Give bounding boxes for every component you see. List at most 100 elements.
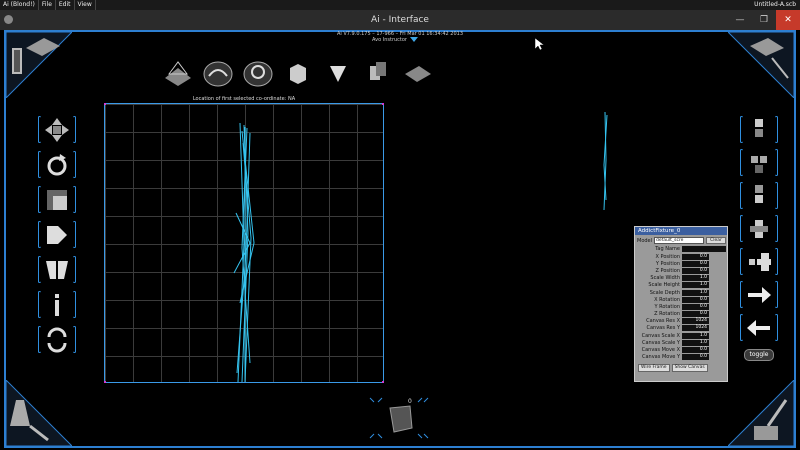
fixture-panel: AddictFixture_0 Model default_scre Clear… — [634, 226, 728, 382]
panel-field-row: Y Position 0.0 — [635, 260, 727, 267]
panel-field-row: Canvas Move X 0.0 — [635, 346, 727, 354]
stack-tool[interactable] — [740, 182, 778, 209]
field-label: Canvas Res X — [646, 318, 680, 325]
field-value-input[interactable]: 0.0 — [682, 253, 709, 260]
field-value-input[interactable]: 1.0 — [682, 275, 709, 282]
instructor-dropdown[interactable]: Avo Instructor — [372, 37, 418, 43]
show-canvas-button[interactable]: Show Canvas — [671, 363, 708, 372]
duplicate-icon[interactable] — [360, 56, 396, 90]
panel-field-row: X Rotation 0.0 — [635, 296, 727, 303]
right-toolbar — [740, 116, 778, 341]
tile-alt-tool[interactable] — [740, 149, 778, 176]
app-icon — [4, 15, 13, 24]
field-value-input[interactable]: 0.0 — [682, 260, 709, 267]
field-label: Y Rotation — [654, 303, 680, 310]
extrude-icon — [47, 225, 67, 244]
field-label: Z Rotation — [654, 311, 680, 318]
wireframe-preview — [603, 111, 608, 211]
rotate-tool[interactable] — [38, 151, 76, 178]
field-value-input[interactable]: 1.0 — [682, 332, 709, 339]
corner-bottom-right — [726, 378, 795, 447]
arrow-right-tool[interactable] — [740, 281, 778, 308]
info-tool[interactable] — [38, 291, 76, 318]
menu-edit[interactable]: Edit — [56, 0, 75, 10]
menu-app[interactable]: Ai (Blond!) — [0, 0, 39, 10]
panel-title: AddictFixture_0 — [635, 227, 727, 235]
mirror-tool[interactable] — [38, 256, 76, 283]
field-value-input[interactable]: 1.0 — [682, 339, 709, 346]
tile-tool[interactable] — [740, 116, 778, 143]
cycle-tool[interactable] — [38, 326, 76, 353]
field-value-input[interactable]: 1024 — [682, 318, 709, 325]
viewport-label: Location of first selected co-ordinate: … — [192, 96, 296, 102]
tag-name-field[interactable] — [682, 246, 726, 252]
split-tool[interactable] — [740, 248, 778, 275]
field-label: Scale Width — [650, 275, 680, 282]
wireframe-model — [104, 103, 384, 383]
corner-top-right — [726, 31, 795, 100]
plane-icon[interactable] — [400, 56, 436, 90]
stack-alt-tool[interactable] — [740, 215, 778, 242]
tile-alt-icon — [751, 155, 767, 173]
field-value-input[interactable]: 1.0 — [682, 289, 709, 296]
menu-view[interactable]: View — [75, 0, 96, 10]
top-toolbar — [160, 56, 436, 90]
panel-fields: X Position 0.0 Y Position 0.0 Z Position 0.0 S… — [635, 253, 727, 361]
arrow-left-icon — [747, 319, 770, 336]
field-value-input[interactable]: 0.0 — [682, 354, 709, 361]
arrow-right-icon — [748, 286, 771, 303]
stage-icon[interactable] — [200, 56, 236, 90]
field-label: Canvas Res Y — [646, 325, 680, 332]
stack-icon — [755, 184, 763, 203]
menu-file[interactable]: File — [39, 0, 56, 10]
wire-frame-button[interactable]: Wire Frame — [638, 363, 670, 372]
instructor-label: Avo Instructor — [372, 37, 407, 43]
scale-tool[interactable] — [38, 186, 76, 213]
field-value-input[interactable]: 1024 — [682, 325, 709, 332]
window-title: Ai - Interface — [371, 15, 429, 25]
arrow-left-tool[interactable] — [740, 314, 778, 341]
field-label: Scale Height — [648, 282, 680, 289]
split-icon — [749, 252, 771, 271]
field-label: Canvas Move X — [641, 347, 680, 354]
cube-icon[interactable] — [280, 56, 316, 90]
move-icon — [45, 117, 69, 142]
door-icon — [12, 48, 22, 74]
move-tool[interactable] — [38, 116, 76, 143]
sphere-icon[interactable] — [240, 56, 276, 90]
stack-alt-icon — [750, 219, 768, 238]
scale-icon — [47, 189, 67, 210]
model-select[interactable]: default_scre — [654, 237, 705, 244]
field-label: Canvas Move Y — [642, 354, 680, 361]
field-value-input[interactable]: 0.0 — [682, 347, 709, 354]
mirror-icon — [46, 260, 68, 279]
field-label: Z Position — [655, 267, 680, 274]
lasso-icon[interactable] — [160, 56, 196, 90]
cycle-icon — [47, 327, 67, 352]
field-value-input[interactable]: 0.0 — [682, 267, 709, 274]
panel-field-row: Z Rotation 0.0 — [635, 311, 727, 318]
toggle-button[interactable]: toggle — [744, 349, 774, 361]
mouse-cursor-icon — [534, 37, 544, 51]
corner-bottom-left — [5, 378, 74, 447]
left-toolbar — [38, 116, 76, 353]
window-titlebar: Ai - Interface — ❐ ✕ — [0, 10, 800, 30]
restore-icon[interactable]: ❐ — [752, 10, 776, 30]
clear-button[interactable]: Clear — [706, 237, 727, 244]
tag-name-label: Tag Name — [655, 246, 680, 252]
field-label: Scale Depth — [649, 289, 680, 296]
bottom-preview-widget[interactable]: 0 — [368, 396, 432, 440]
field-value-input[interactable]: 0.0 — [682, 296, 709, 303]
panel-field-row: Canvas Scale Y 1.0 — [635, 339, 727, 346]
close-icon[interactable]: ✕ — [776, 10, 800, 30]
panel-field-row: X Position 0.0 — [635, 253, 727, 260]
field-value-input[interactable]: 1.0 — [682, 282, 709, 289]
field-label: X Position — [655, 253, 680, 260]
extrude-tool[interactable] — [38, 221, 76, 248]
field-value-input[interactable]: 0.0 — [682, 303, 709, 310]
cone-icon[interactable] — [320, 56, 356, 90]
field-label: X Rotation — [654, 296, 680, 303]
corner-top-left — [5, 31, 74, 100]
minimize-icon[interactable]: — — [728, 10, 752, 30]
field-value-input[interactable]: 0.0 — [682, 311, 709, 318]
